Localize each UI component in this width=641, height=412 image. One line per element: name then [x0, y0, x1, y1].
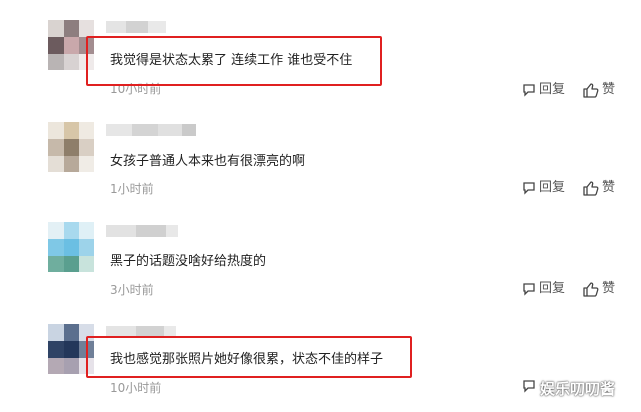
- comment-bubble-icon: [523, 84, 535, 97]
- comment-bubble-icon: [523, 380, 535, 393]
- highlight-box: [86, 36, 382, 86]
- comment-bubble-icon: [523, 283, 535, 296]
- comment-time: 10小时前: [110, 381, 162, 395]
- thumbs-up-icon: [583, 82, 599, 98]
- like-label: 赞: [602, 180, 616, 195]
- reply-button[interactable]: [522, 379, 539, 393]
- reply-label: 回复: [539, 82, 566, 97]
- avatar-pixelated[interactable]: [48, 122, 94, 172]
- comment-text: 黑子的话题没啥好给热度的: [110, 254, 267, 269]
- comment-time: 3小时前: [110, 283, 154, 297]
- reply-label: 回复: [539, 281, 566, 296]
- comment-item: 我觉得是状态太累了 连续工作 谁也受不住 10小时前 回复 赞: [0, 0, 641, 102]
- comment-item: 黑子的话题没啥好给热度的 3小时前 回复 赞: [0, 204, 641, 306]
- comment-item: 女孩子普通人本来也有很漂亮的啊 1小时前 回复 赞: [0, 102, 641, 204]
- comment-bubble-icon: [523, 182, 535, 195]
- reply-button[interactable]: 回复: [522, 82, 565, 98]
- watermark: 娱乐叨叨酱: [540, 380, 616, 398]
- avatar-pixelated[interactable]: [48, 222, 94, 272]
- highlight-box: [86, 336, 412, 378]
- like-label: 赞: [602, 281, 616, 296]
- reply-button[interactable]: 回复: [522, 180, 565, 196]
- comment-time: 1小时前: [110, 182, 154, 196]
- thumbs-up-icon: [583, 180, 599, 196]
- thumbs-up-icon: [583, 281, 599, 297]
- like-button[interactable]: 赞: [583, 82, 615, 98]
- like-button[interactable]: 赞: [583, 281, 615, 297]
- reply-button[interactable]: 回复: [522, 281, 565, 297]
- like-label: 赞: [602, 82, 616, 97]
- like-button[interactable]: 赞: [583, 180, 615, 196]
- reply-label: 回复: [539, 180, 566, 195]
- comment-text: 女孩子普通人本来也有很漂亮的啊: [110, 154, 306, 169]
